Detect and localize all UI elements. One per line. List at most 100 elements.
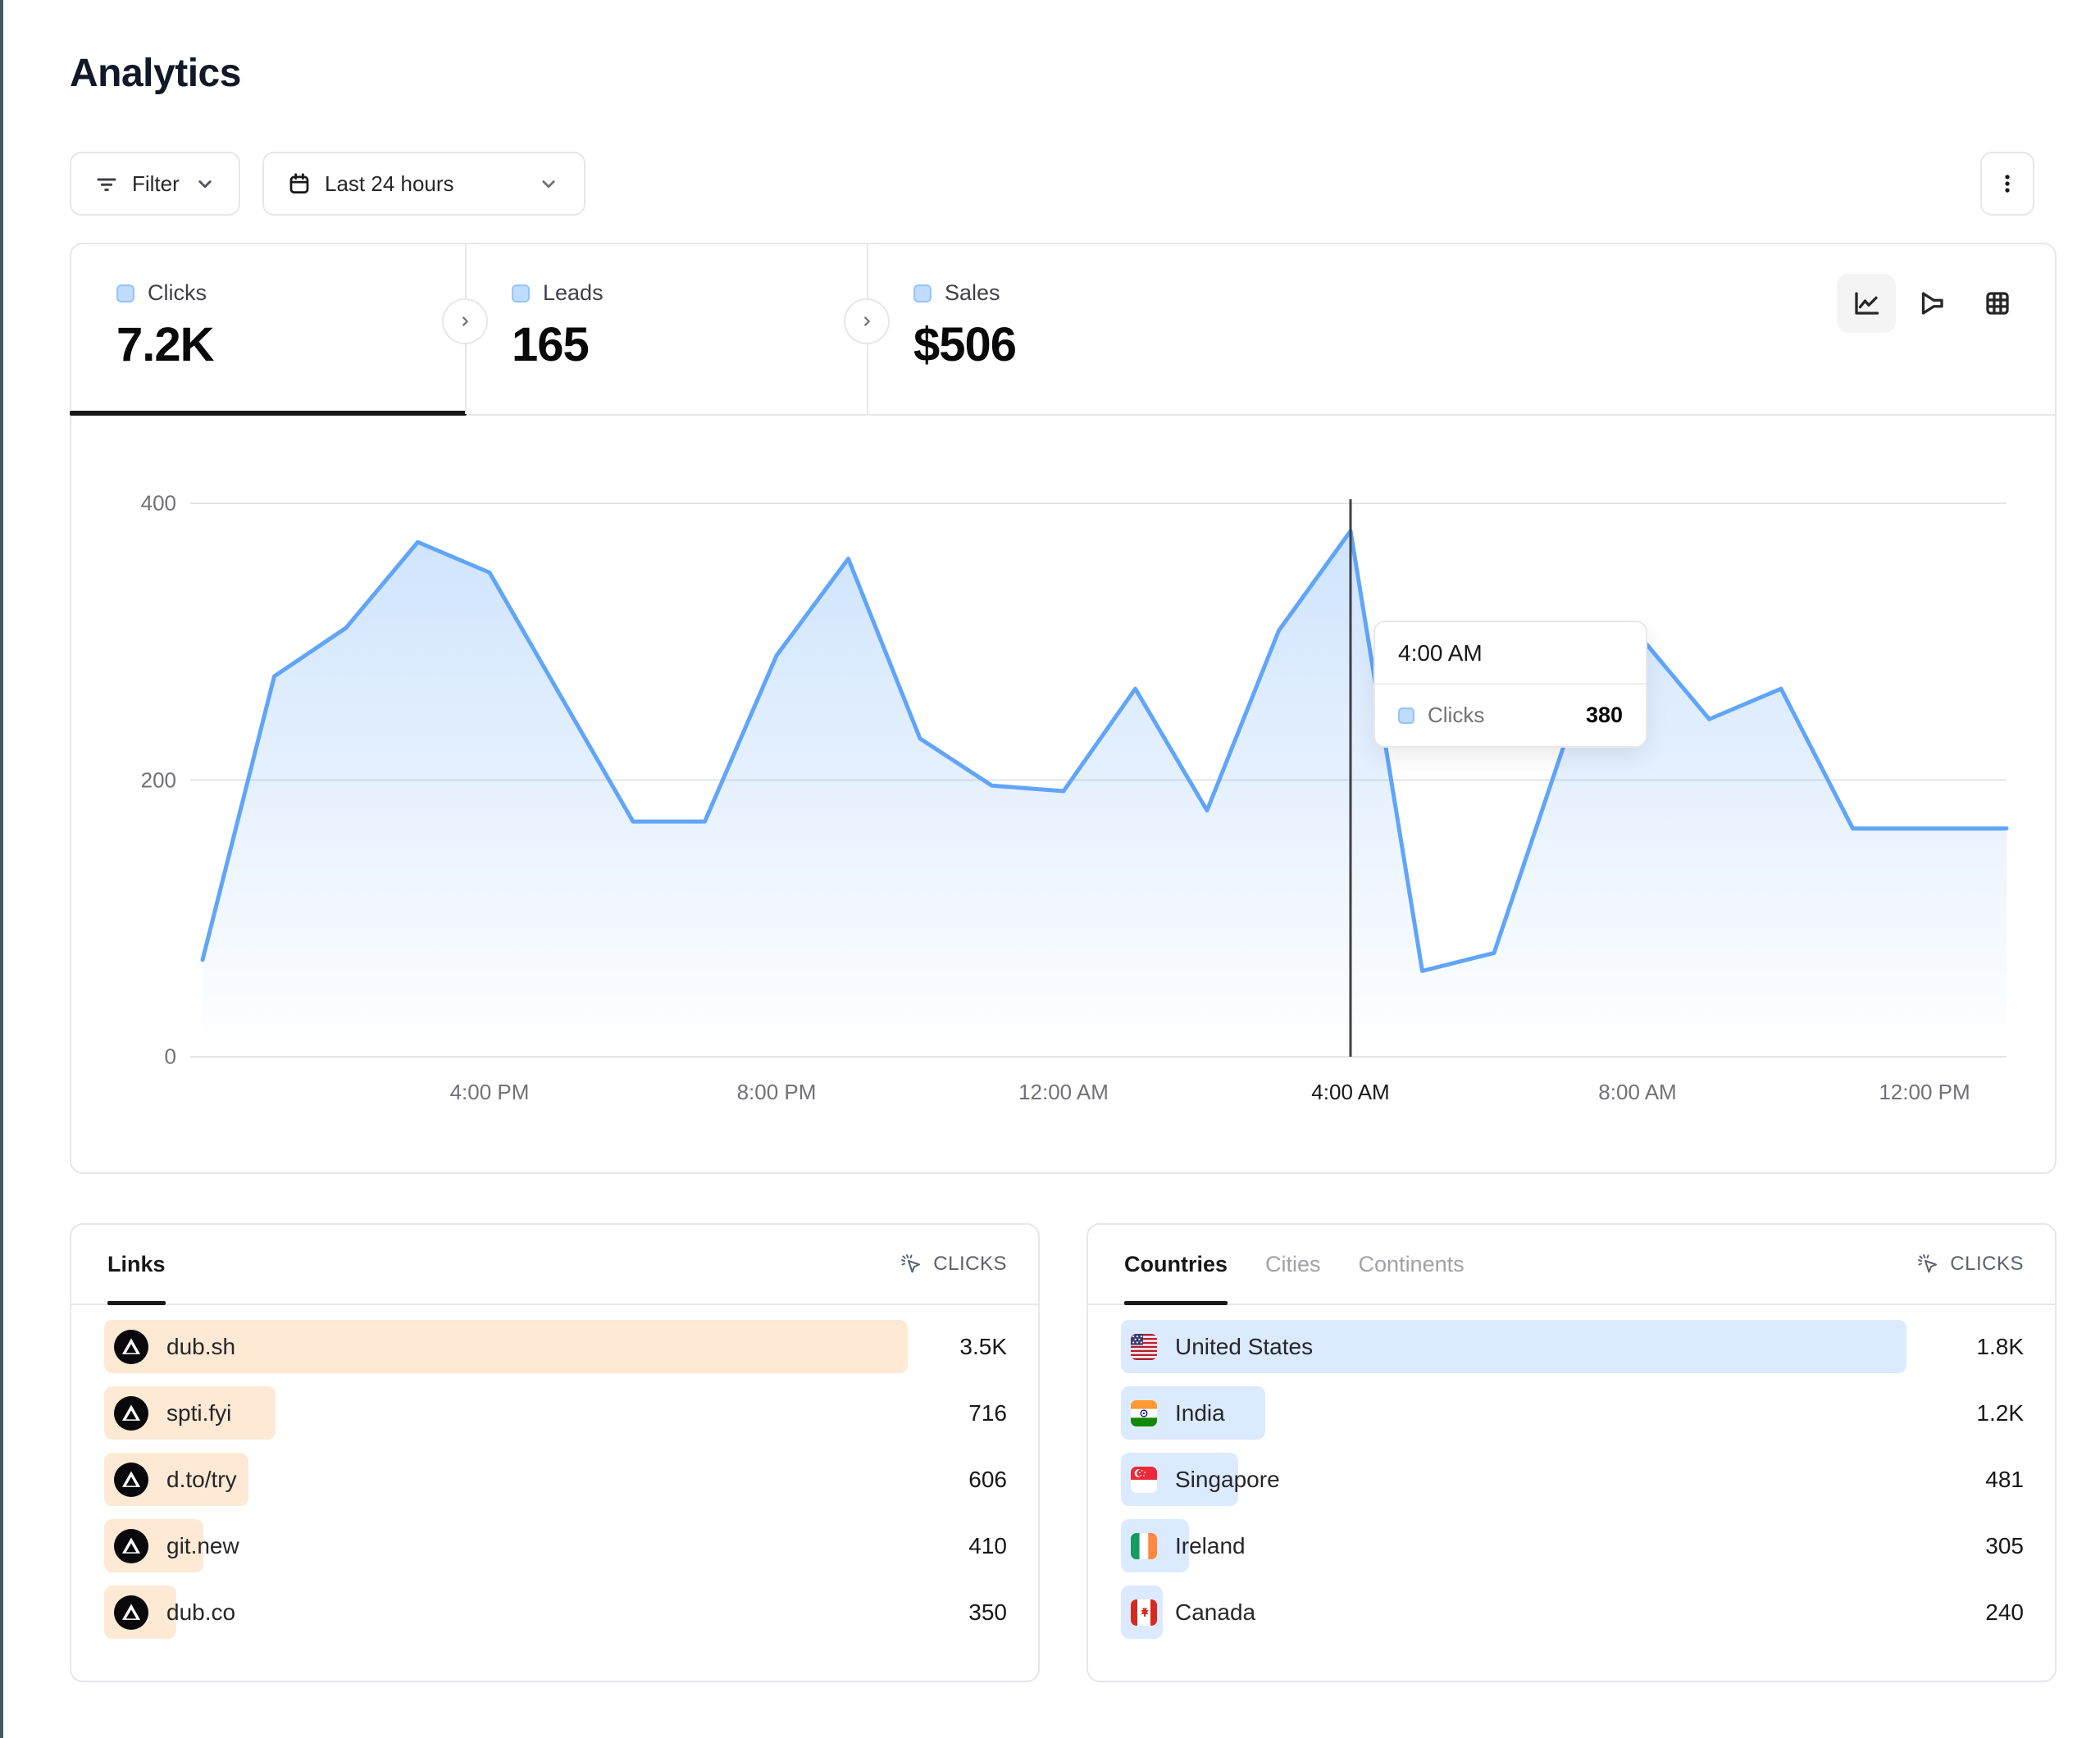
x-tick-label: 4:00 PM	[450, 1080, 530, 1105]
calendar-icon	[287, 171, 312, 196]
line-chart-view-button[interactable]	[1837, 274, 1896, 333]
dub-logo-avatar	[114, 1396, 148, 1431]
link-row[interactable]: dub.sh 3.5K	[104, 1320, 1007, 1373]
page-title: Analytics	[70, 51, 241, 96]
link-label: spti.fyi	[166, 1400, 231, 1426]
dub-logo-avatar	[114, 1330, 148, 1364]
country-label: Ireland	[1175, 1533, 1246, 1559]
table-view-button[interactable]	[1968, 274, 2027, 333]
link-clicks-value: 606	[968, 1467, 1007, 1493]
clicks-legend-square-icon	[1398, 707, 1414, 724]
dub-logo-avatar	[114, 1595, 148, 1630]
tab-cities[interactable]: Cities	[1265, 1252, 1321, 1277]
analytics-card: Clicks 7.2K Leads 165 Sales $506	[70, 243, 2057, 1174]
country-row[interactable]: Canada 240	[1121, 1586, 2024, 1639]
x-axis: 4:00 PM 8:00 PM 12:00 AM 4:00 AM 8:00 AM 12:0…	[71, 1080, 2055, 1112]
x-tick-label: 8:00 AM	[1598, 1080, 1676, 1105]
kebab-menu-icon	[1995, 171, 2020, 196]
country-label: Singapore	[1175, 1467, 1280, 1493]
x-tick-label: 4:00 AM	[1311, 1080, 1389, 1105]
tab-countries[interactable]: Countries	[1124, 1252, 1228, 1277]
links-panel-header: Links CLICKS	[71, 1225, 1038, 1305]
country-clicks-value: 305	[1985, 1533, 2024, 1559]
filter-icon	[94, 171, 119, 196]
country-clicks-value: 240	[1985, 1599, 2024, 1626]
country-row[interactable]: Singapore 481	[1121, 1453, 2024, 1506]
stat-label: Leads	[543, 280, 604, 306]
country-label: Canada	[1175, 1599, 1255, 1626]
x-tick-label: 12:00 AM	[1018, 1080, 1109, 1105]
x-tick-label: 8:00 PM	[737, 1080, 817, 1105]
stat-label: Sales	[945, 280, 1000, 306]
tab-continents[interactable]: Continents	[1359, 1252, 1465, 1277]
funnel-view-button[interactable]	[1902, 274, 1961, 333]
expand-leads-chevron-button[interactable]	[844, 298, 890, 344]
country-clicks-value: 1.8K	[1976, 1334, 2024, 1360]
link-label: d.to/try	[166, 1467, 237, 1493]
link-row[interactable]: dub.co 350	[104, 1586, 1007, 1639]
sales-total-value: $506	[913, 317, 1293, 372]
stat-label: Clicks	[148, 280, 207, 306]
canada-flag-icon	[1131, 1599, 1157, 1626]
link-clicks-value: 3.5K	[959, 1334, 1007, 1360]
date-range-button[interactable]: Last 24 hours	[262, 152, 585, 216]
leads-legend-square-icon	[512, 284, 530, 303]
geo-panel: Countries Cities Continents CLICKS Uni	[1086, 1223, 2057, 1682]
countries-list: United States 1.8K India 1.2K Singapore …	[1088, 1305, 2055, 1639]
y-tick-label: 0	[104, 1044, 176, 1070]
y-tick-label: 400	[104, 491, 176, 516]
clicks-chart-region[interactable]: 0 200 400 4:00 PM 8:00 PM 12:00 AM 4:00 AM 8:0…	[71, 416, 2055, 1172]
chart-view-toggle	[1837, 274, 2027, 333]
link-row[interactable]: d.to/try 606	[104, 1453, 1007, 1506]
tab-clicks[interactable]: Clicks 7.2K	[71, 244, 465, 414]
us-flag-icon	[1131, 1334, 1157, 1360]
ireland-flag-icon	[1131, 1533, 1157, 1559]
cursor-click-icon	[899, 1252, 923, 1276]
tooltip-series-label: Clicks	[1428, 703, 1484, 728]
dub-logo-avatar	[114, 1463, 148, 1497]
links-list: dub.sh 3.5K spti.fyi 716 d.to/try 606	[71, 1305, 1038, 1639]
x-tick-label: 12:00 PM	[1879, 1080, 1970, 1105]
tooltip-time: 4:00 AM	[1375, 622, 1646, 685]
chevron-down-icon	[536, 171, 561, 196]
leads-total-value: 165	[512, 317, 867, 372]
chart-tooltip: 4:00 AM Clicks 380	[1373, 621, 1647, 748]
tab-links[interactable]: Links	[107, 1252, 166, 1277]
expand-clicks-chevron-button[interactable]	[442, 298, 488, 344]
link-label: dub.co	[166, 1599, 235, 1626]
filter-button[interactable]: Filter	[70, 152, 240, 216]
geo-panel-header: Countries Cities Continents CLICKS	[1088, 1225, 2055, 1305]
y-tick-label: 200	[104, 767, 176, 793]
country-row[interactable]: United States 1.8K	[1121, 1320, 2024, 1373]
clicks-legend-square-icon	[116, 284, 134, 303]
more-options-button[interactable]	[1980, 152, 2034, 216]
country-row[interactable]: Ireland 305	[1121, 1519, 2024, 1572]
links-panel: Links CLICKS dub.sh 3.5K	[70, 1223, 1040, 1682]
cursor-click-icon	[1916, 1252, 1940, 1276]
chevron-down-icon	[193, 171, 217, 196]
active-tab-underline	[107, 1301, 166, 1305]
link-row[interactable]: spti.fyi 716	[104, 1386, 1007, 1440]
link-clicks-value: 350	[968, 1599, 1007, 1626]
active-tab-underline	[1124, 1301, 1228, 1305]
link-clicks-value: 410	[968, 1533, 1007, 1559]
analytics-page: Analytics Filter Last 24 hours	[0, 0, 2100, 1738]
tab-leads[interactable]: Leads 165	[465, 244, 867, 414]
links-metric-sort[interactable]: CLICKS	[899, 1252, 1007, 1276]
filter-button-label: Filter	[132, 171, 180, 197]
clicks-area-chart[interactable]	[190, 478, 2019, 1101]
country-label: United States	[1175, 1334, 1313, 1360]
date-range-label: Last 24 hours	[325, 171, 454, 197]
sales-legend-square-icon	[913, 284, 932, 303]
geo-metric-sort[interactable]: CLICKS	[1916, 1252, 2024, 1276]
india-flag-icon	[1131, 1400, 1157, 1426]
link-row[interactable]: git.new 410	[104, 1519, 1007, 1572]
tab-sales[interactable]: Sales $506	[867, 244, 1293, 414]
country-label: India	[1175, 1400, 1225, 1426]
singapore-flag-icon	[1131, 1467, 1157, 1493]
clicks-total-value: 7.2K	[116, 317, 465, 372]
country-clicks-value: 1.2K	[1976, 1400, 2024, 1426]
stats-tabs-row: Clicks 7.2K Leads 165 Sales $506	[71, 244, 2055, 416]
country-row[interactable]: India 1.2K	[1121, 1386, 2024, 1440]
link-label: dub.sh	[166, 1334, 235, 1360]
